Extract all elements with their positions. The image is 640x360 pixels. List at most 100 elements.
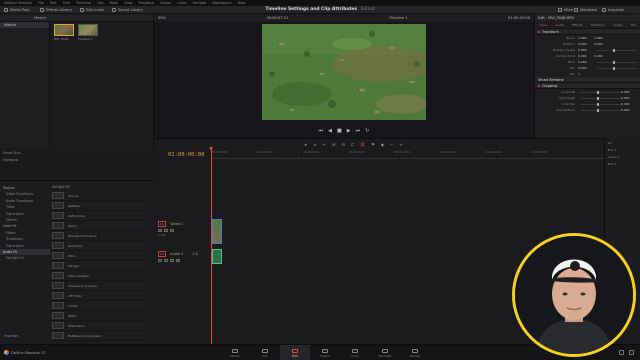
menu-item[interactable]: Fairlight xyxy=(192,1,206,5)
insert-clip-icon[interactable]: ⊞ xyxy=(332,142,335,147)
menu-item[interactable]: Help xyxy=(238,1,246,5)
audio-track-header[interactable]: A1 Audio 1 2.0 xyxy=(158,251,210,262)
tab-transition[interactable]: Transition xyxy=(591,23,606,27)
go-to-end-icon[interactable]: ⏭ xyxy=(356,128,361,134)
effect-item[interactable]: Delay xyxy=(52,221,150,231)
effect-item[interactable]: LFE Filter xyxy=(52,291,150,301)
prop-x-value[interactable]: 0.000 xyxy=(578,54,594,58)
menu-item[interactable]: Timeline xyxy=(76,1,91,5)
page-media[interactable]: Media xyxy=(220,345,250,360)
prop-y-value[interactable]: 1.000 xyxy=(594,36,610,40)
effect-item[interactable]: Flanger xyxy=(52,261,150,271)
menu-item[interactable]: Clip xyxy=(97,1,104,5)
menu-item[interactable]: Fusion xyxy=(160,1,171,5)
page-cut[interactable]: Cut xyxy=(250,345,280,360)
overwrite-clip-icon[interactable]: ⊟ xyxy=(341,142,344,147)
zoom-in-icon[interactable]: + xyxy=(399,142,402,147)
flip-icon[interactable]: ⇋ xyxy=(578,72,581,76)
audio-clip[interactable] xyxy=(212,249,222,264)
prop-value[interactable]: 0.000 xyxy=(578,66,594,70)
prop-slider[interactable] xyxy=(581,108,621,112)
flag-icon[interactable]: ⚑ xyxy=(371,142,375,147)
viewer-zoom[interactable]: 59% xyxy=(158,16,166,20)
tab-image[interactable]: Image xyxy=(613,23,622,27)
prop-y-value[interactable]: 0.000 xyxy=(594,54,610,58)
zoom-out-icon[interactable]: − xyxy=(390,142,393,147)
video-clip[interactable] xyxy=(212,219,222,244)
mixer-button[interactable]: Mixer xyxy=(558,7,574,13)
menu-item[interactable]: Color xyxy=(177,1,186,5)
prop-slider[interactable] xyxy=(597,66,637,70)
effect-item[interactable]: Echo xyxy=(52,251,150,261)
lock-icon[interactable] xyxy=(158,259,162,262)
mute-icon[interactable] xyxy=(176,259,180,262)
loop-icon[interactable]: ↻ xyxy=(365,128,369,134)
tab-effects[interactable]: Effects xyxy=(572,23,582,27)
favorites-header[interactable]: Favorites xyxy=(4,334,18,338)
linked-selection-icon[interactable]: ⛓ xyxy=(360,142,365,147)
page-fusion[interactable]: Fusion xyxy=(310,345,340,360)
fx-tree-item[interactable]: Fairlight FX xyxy=(0,255,50,261)
auto-select-icon[interactable] xyxy=(164,229,168,232)
page-color[interactable]: Color xyxy=(340,345,370,360)
section-enabled-icon[interactable] xyxy=(538,85,540,87)
blade-tool-icon[interactable]: ✂ xyxy=(323,142,326,147)
trim-tool-icon[interactable]: ⇔ xyxy=(313,142,316,147)
solo-icon[interactable] xyxy=(170,259,174,262)
menu-item[interactable]: Workspace xyxy=(213,1,232,5)
section-enabled-icon[interactable] xyxy=(538,31,540,33)
project-manager-icon[interactable] xyxy=(619,350,624,355)
go-to-start-icon[interactable]: ⏮ xyxy=(319,128,324,134)
effect-item[interactable]: Foley Sampler xyxy=(52,271,150,281)
prop-x-value[interactable]: 1.000 xyxy=(578,36,594,40)
metadata-button[interactable]: Metadata xyxy=(574,7,597,13)
prop-value[interactable]: 0.000 xyxy=(621,90,637,94)
page-edit[interactable]: Edit xyxy=(280,345,310,360)
tab-video[interactable]: Video xyxy=(539,23,547,27)
menu-item[interactable]: DaVinci Resolve xyxy=(4,1,32,5)
menu-item[interactable]: Trim xyxy=(63,1,70,5)
prop-slider[interactable] xyxy=(581,90,621,94)
prop-slider[interactable] xyxy=(597,48,637,52)
video-track-header[interactable]: V1 Video 1 1 Clip xyxy=(158,221,210,237)
auto-select-icon[interactable] xyxy=(164,259,168,262)
tab-audio[interactable]: Audio xyxy=(556,23,565,27)
snapping-icon[interactable]: ⊏ xyxy=(351,142,354,147)
prop-x-value[interactable]: 0.000 xyxy=(578,42,594,46)
menu-item[interactable]: File xyxy=(38,1,44,5)
prop-value[interactable]: 0.000 xyxy=(578,48,594,52)
prop-y-value[interactable]: 0.000 xyxy=(594,42,610,46)
menu-item[interactable]: Mark xyxy=(110,1,119,5)
effect-item[interactable]: DeEsser xyxy=(52,201,150,211)
lock-icon[interactable] xyxy=(158,229,162,232)
marker-icon[interactable]: ◆ xyxy=(381,142,384,147)
visibility-icon[interactable] xyxy=(170,229,174,232)
play-icon[interactable]: ▶ xyxy=(347,128,351,134)
effect-item[interactable]: Modulation xyxy=(52,321,150,331)
effect-item[interactable]: Chorus xyxy=(52,191,150,201)
effect-item[interactable]: Dialogue Processor xyxy=(52,231,150,241)
tab-file[interactable]: File xyxy=(631,23,636,27)
menu-item[interactable]: Edit xyxy=(50,1,57,5)
prop-value[interactable]: 0.000 xyxy=(621,108,637,112)
viewer-timeline-name[interactable]: Timeline 1 xyxy=(389,16,408,20)
bin-master[interactable]: Master xyxy=(0,22,49,28)
menu-item[interactable]: View xyxy=(124,1,132,5)
prop-value[interactable]: 0.000 xyxy=(621,102,637,106)
effect-item[interactable]: Meter xyxy=(52,311,150,321)
project-settings-icon[interactable] xyxy=(629,350,634,355)
clip-thumbnail[interactable]: MVI_3548... xyxy=(54,24,74,41)
prop-slider[interactable] xyxy=(581,96,621,100)
prop-value[interactable]: 0.000 xyxy=(621,96,637,100)
prop-value[interactable]: 0.000 xyxy=(578,60,594,64)
timeline-timecode[interactable]: 01:00:00:00 xyxy=(168,152,204,158)
effect-item[interactable]: Distortion xyxy=(52,241,150,251)
timeline-thumbnail[interactable]: Timeline 1 xyxy=(78,24,98,41)
effect-item[interactable]: Limiter xyxy=(52,301,150,311)
selection-tool-icon[interactable]: ➤ xyxy=(304,142,307,147)
stop-icon[interactable]: ■ xyxy=(337,128,342,134)
page-fairlight[interactable]: Fairlight xyxy=(370,345,400,360)
effect-item[interactable]: Frequency Analyzer xyxy=(52,281,150,291)
effect-item[interactable]: DeHummer xyxy=(52,211,150,221)
inspector-button[interactable]: Inspector xyxy=(602,7,625,13)
